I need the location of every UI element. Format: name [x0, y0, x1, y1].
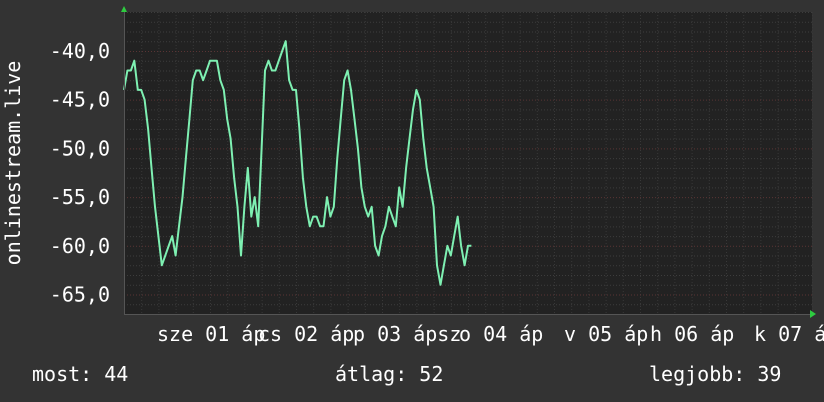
x-tick-label: cs 02 áp	[258, 322, 354, 346]
stat-best-value: 39	[757, 362, 782, 386]
stat-now-label: most:	[32, 362, 93, 386]
y-tick-label: -55,0	[50, 185, 110, 209]
x-tick-label: o 04 áp	[459, 322, 543, 346]
chart-plot: -40,0 -45,0 -50,0 -55,0 -60,0 -65,0 onlinestre…	[1, 6, 824, 346]
stat-best-label: legjobb:	[649, 362, 746, 386]
x-tick-label: k 07 á	[754, 322, 824, 346]
chart-frame: -40,0 -45,0 -50,0 -55,0 -60,0 -65,0 onlinestre…	[0, 0, 824, 402]
stat-average-label: átlag:	[335, 362, 408, 386]
y-axis-label: onlinestream.live	[1, 61, 25, 266]
y-tick-label: -60,0	[50, 234, 110, 258]
y-tick-label: -45,0	[50, 88, 110, 112]
x-tick-label: h 06 áp	[650, 322, 734, 346]
x-axis-arrow-icon	[810, 310, 816, 318]
stat-now-value: 44	[104, 362, 129, 386]
stat-now: most: 44	[32, 362, 128, 386]
x-tick-label: sze 01 áp	[157, 322, 265, 346]
stat-best: legjobb: 39	[649, 362, 781, 386]
y-tick-label: -50,0	[50, 136, 110, 160]
y-tick-label: -65,0	[50, 283, 110, 307]
x-tick-label: p 03 ápsz	[353, 322, 461, 346]
y-tick-label: -40,0	[50, 39, 110, 63]
x-tick-label: v 05 áp	[564, 322, 648, 346]
y-axis-arrow-icon	[121, 6, 127, 12]
stat-average-value: 52	[419, 362, 444, 386]
stat-average: átlag: 52	[335, 362, 443, 386]
